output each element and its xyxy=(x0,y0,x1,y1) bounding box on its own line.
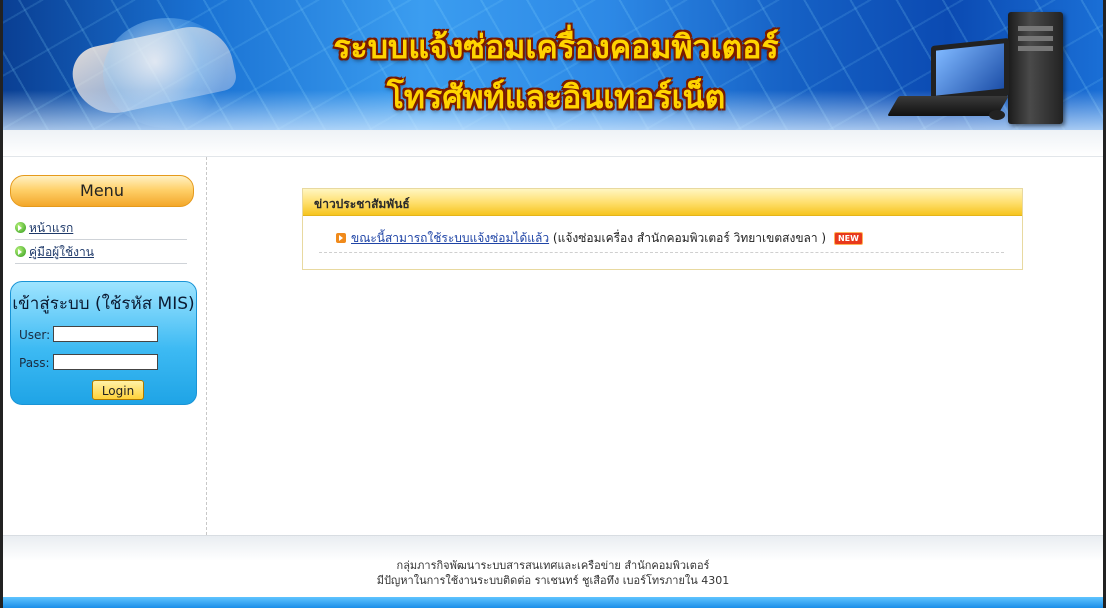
news-header: ข่าวประชาสัมพันธ์ xyxy=(303,189,1022,216)
news-item: ขณะนี้สามารถใช้ระบบแจ้งซ่อมได้แล้ว (แจ้ง… xyxy=(336,229,863,248)
news-item-detail: (แจ้งซ่อมเครื่อง สำนักคอมพิวเตอร์ วิทยาเ… xyxy=(552,231,827,245)
page-frame: ระบบแจ้งซ่อมเครื่องคอมพิวเตอร์ โทรศัพท์แ… xyxy=(0,0,1106,608)
banner-title-line1: ระบบแจ้งซ่อมเครื่องคอมพิวเตอร์ xyxy=(333,28,779,66)
banner-strip xyxy=(3,130,1103,157)
sidebar-item-label: หน้าแรก xyxy=(29,221,74,235)
pass-label: Pass: xyxy=(19,356,50,370)
menu-header: Menu xyxy=(10,175,194,207)
login-panel: เข้าสู่ระบบ (ใช้รหัส MIS) User: Pass: Lo… xyxy=(10,281,197,405)
login-title: เข้าสู่ระบบ (ใช้รหัส MIS) xyxy=(12,294,195,314)
news-title: ข่าวประชาสัมพันธ์ xyxy=(314,197,410,211)
user-label: User: xyxy=(19,328,51,342)
new-badge-icon: NEW xyxy=(833,232,863,245)
green-arrow-circle-icon xyxy=(15,246,26,257)
bottom-bar xyxy=(3,597,1103,608)
banner-title-line2: โทรศัพท์และอินเทอร์เน็ต xyxy=(386,78,726,116)
footer: กลุ่มภารกิจพัฒนาระบบสารสนเทศและเครือข่าย… xyxy=(3,535,1103,598)
sidebar: Menu หน้าแรก คู่มือผู้ใช้งาน เข้าสู่ระบบ… xyxy=(3,157,207,535)
user-input[interactable] xyxy=(53,326,158,342)
login-button[interactable]: Login xyxy=(92,380,144,400)
sidebar-item-user-manual[interactable]: คู่มือผู้ใช้งาน xyxy=(15,243,187,264)
news-panel: ข่าวประชาสัมพันธ์ ขณะนี้สามารถใช้ระบบแจ้… xyxy=(302,188,1023,270)
sidebar-item-label: คู่มือผู้ใช้งาน xyxy=(29,245,94,259)
sidebar-item-home[interactable]: หน้าแรก xyxy=(15,219,187,240)
news-divider xyxy=(319,252,1004,253)
news-item-link[interactable]: ขณะนี้สามารถใช้ระบบแจ้งซ่อมได้แล้ว xyxy=(351,231,549,245)
orange-arrow-square-icon xyxy=(336,233,346,243)
green-arrow-circle-icon xyxy=(15,222,26,233)
footer-line-2: มีปัญหาในการใช้งานระบบติดต่อ ราเชนทร์ ชู… xyxy=(376,574,730,587)
password-input[interactable] xyxy=(53,354,158,370)
header-banner: ระบบแจ้งซ่อมเครื่องคอมพิวเตอร์ โทรศัพท์แ… xyxy=(3,0,1103,130)
